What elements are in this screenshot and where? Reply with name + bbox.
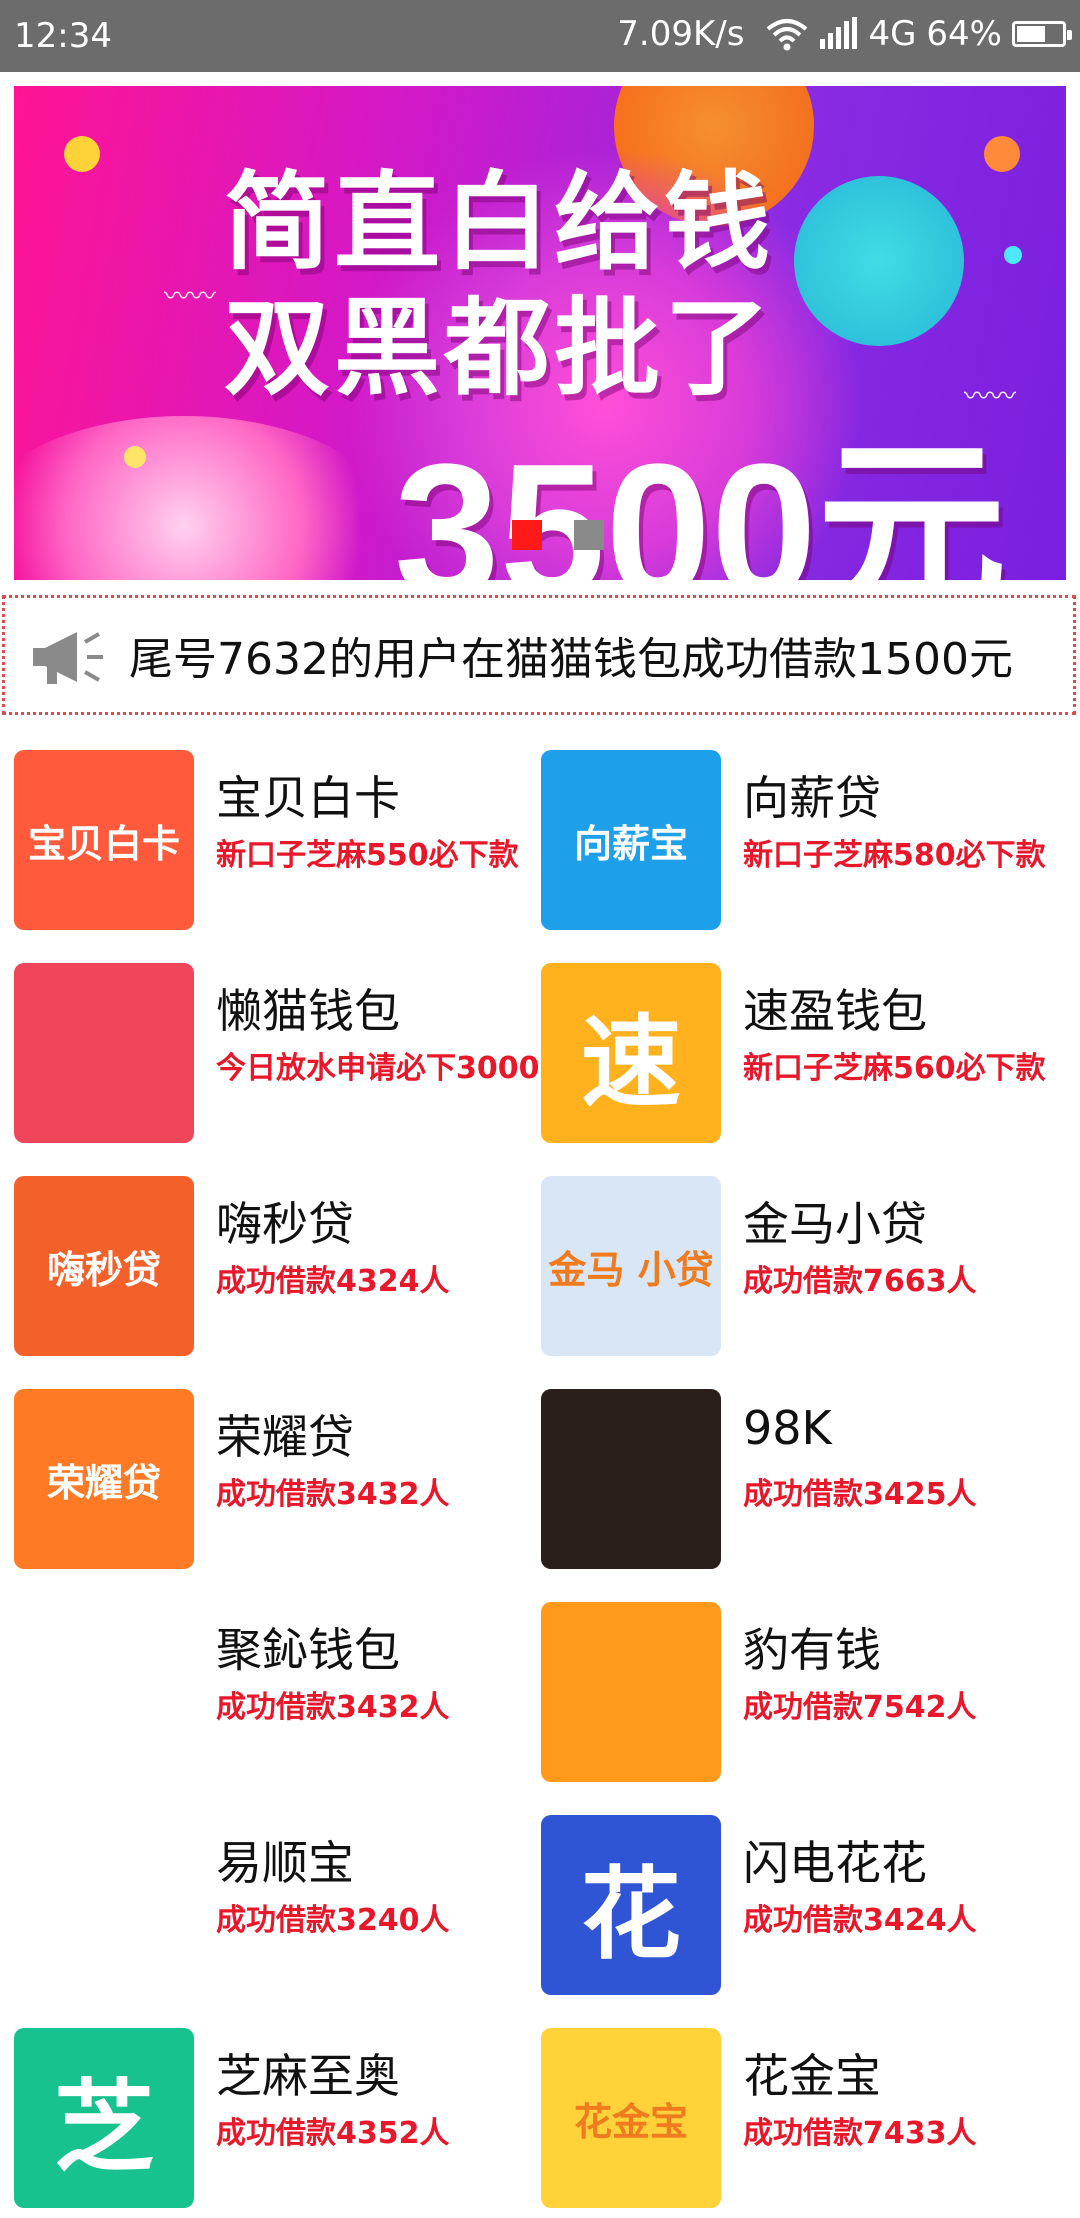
- app-list-item[interactable]: 聚鈊钱包成功借款3432人: [14, 1602, 534, 1792]
- status-bar: 12:34 7.09K/s 4G 64%: [0, 0, 1080, 72]
- app-list-item[interactable]: 易顺宝成功借款3240人: [14, 1815, 534, 2005]
- network-type: 4G: [868, 14, 917, 54]
- app-description: 成功借款4352人: [216, 2116, 450, 2151]
- app-logo[interactable]: 花: [541, 1815, 721, 1995]
- wifi-icon: [767, 19, 808, 51]
- app-logo-text: 荣耀贷: [46, 1460, 161, 1505]
- app-name[interactable]: 嗨秒贷: [216, 1188, 354, 1254]
- app-description: 今日放水申请必下3000: [216, 1051, 540, 1086]
- app-description: 成功借款7433人: [743, 2116, 977, 2151]
- battery-icon: [1012, 21, 1072, 47]
- app-description: 成功借款3432人: [216, 1690, 450, 1725]
- app-list-item[interactable]: 宝贝白卡 宝贝白卡 新口子芝麻550必下款: [14, 750, 534, 940]
- app-logo[interactable]: [14, 963, 194, 1143]
- app-list-item[interactable]: 速速盈钱包新口子芝麻560必下款: [541, 963, 1061, 1153]
- app-logo-text: 速: [581, 1003, 681, 1121]
- app-list-item[interactable]: 豹有钱成功借款7542人: [541, 1602, 1061, 1792]
- app-logo-text: 花: [581, 1855, 681, 1973]
- app-list-item[interactable]: 芝芝麻至奥成功借款4352人: [14, 2028, 534, 2218]
- app-name[interactable]: 芝麻至奥: [216, 2040, 400, 2106]
- status-time: 12:34: [14, 16, 112, 56]
- app-description: 成功借款3425人: [743, 1477, 977, 1512]
- app-description: 新口子芝麻580必下款: [743, 838, 1046, 873]
- app-list-item[interactable]: 金马 小贷 金马小贷成功借款7663人: [541, 1176, 1061, 1366]
- app-logo[interactable]: 宝贝白卡: [14, 750, 194, 930]
- app-logo-text: 花金宝: [573, 2099, 688, 2144]
- notice-bar[interactable]: 尾号7632的用户在猫猫钱包成功借款1500元: [2, 595, 1076, 715]
- app-logo[interactable]: 向薪宝: [541, 750, 721, 930]
- app-name[interactable]: 宝贝白卡: [216, 762, 400, 828]
- app-logo-text: 嗨秒贷: [46, 1247, 161, 1292]
- net-speed: 7.09K/s: [617, 14, 745, 54]
- battery-percent: 64%: [926, 14, 1002, 54]
- app-name[interactable]: 速盈钱包: [743, 975, 927, 1041]
- app-logo[interactable]: 花金宝: [541, 2028, 721, 2208]
- app-name[interactable]: 98K: [743, 1401, 832, 1455]
- app-logo-text: 宝贝白卡: [27, 821, 180, 866]
- app-list-item[interactable]: 98K 成功借款3425人: [541, 1389, 1061, 1579]
- app-name[interactable]: 荣耀贷: [216, 1401, 354, 1467]
- app-logo[interactable]: [541, 1602, 721, 1782]
- app-logo-text: 芝: [54, 2068, 154, 2186]
- app-description: 成功借款3432人: [216, 1477, 450, 1512]
- app-logo[interactable]: 金马 小贷: [541, 1176, 721, 1356]
- app-list-item[interactable]: 荣耀贷 荣耀贷 成功借款3432人: [14, 1389, 534, 1579]
- app-description: 成功借款7542人: [743, 1690, 977, 1725]
- megaphone-icon: [33, 632, 103, 684]
- app-description: 成功借款3424人: [743, 1903, 977, 1938]
- app-name[interactable]: 金马小贷: [743, 1188, 927, 1254]
- app-list-item[interactable]: 花闪电花花成功借款3424人: [541, 1815, 1061, 2005]
- app-list-item[interactable]: 花金宝 花金宝 成功借款7433人: [541, 2028, 1061, 2218]
- app-name[interactable]: 闪电花花: [743, 1827, 927, 1893]
- app-logo[interactable]: [541, 1389, 721, 1569]
- carousel-dot[interactable]: [512, 520, 542, 550]
- app-name[interactable]: 豹有钱: [743, 1614, 881, 1680]
- app-description: 成功借款7663人: [743, 1264, 977, 1299]
- app-logo[interactable]: 嗨秒贷: [14, 1176, 194, 1356]
- carousel-indicator[interactable]: [512, 520, 604, 550]
- app-logo[interactable]: [14, 1602, 194, 1782]
- app-logo[interactable]: 荣耀贷: [14, 1389, 194, 1569]
- status-right: 7.09K/s 4G 64%: [617, 14, 1072, 54]
- app-logo-text: 向薪宝: [573, 821, 688, 866]
- app-list-item[interactable]: 向薪宝 向薪贷新口子芝麻580必下款: [541, 750, 1061, 940]
- app-logo[interactable]: 芝: [14, 2028, 194, 2208]
- app-name[interactable]: 懒猫钱包: [216, 975, 400, 1041]
- banner-amount: 3500元: [394, 425, 1007, 580]
- app-logo-text: 金马 小贷: [548, 1247, 714, 1292]
- app-logo[interactable]: 速: [541, 963, 721, 1143]
- app-name[interactable]: 花金宝: [743, 2040, 881, 2106]
- app-logo[interactable]: [14, 1815, 194, 1995]
- app-list-item[interactable]: 嗨秒贷 嗨秒贷 成功借款4324人: [14, 1176, 534, 1366]
- promo-banner[interactable]: 〰〰 〰〰 简直白给钱 双黑都批了 3500元: [14, 86, 1066, 580]
- app-description: 新口子芝麻550必下款: [216, 838, 519, 873]
- notice-text: 尾号7632的用户在猫猫钱包成功借款1500元: [129, 634, 1013, 685]
- app-list-item[interactable]: 懒猫钱包今日放水申请必下3000: [14, 963, 540, 1153]
- app-description: 新口子芝麻560必下款: [743, 1051, 1046, 1086]
- app-description: 成功借款4324人: [216, 1264, 450, 1299]
- carousel-dot[interactable]: [574, 520, 604, 550]
- app-description: 成功借款3240人: [216, 1903, 450, 1938]
- app-name[interactable]: 向薪贷: [743, 762, 881, 828]
- signal-icon: [820, 17, 858, 49]
- app-name[interactable]: 易顺宝: [216, 1827, 354, 1893]
- app-name[interactable]: 聚鈊钱包: [216, 1614, 400, 1680]
